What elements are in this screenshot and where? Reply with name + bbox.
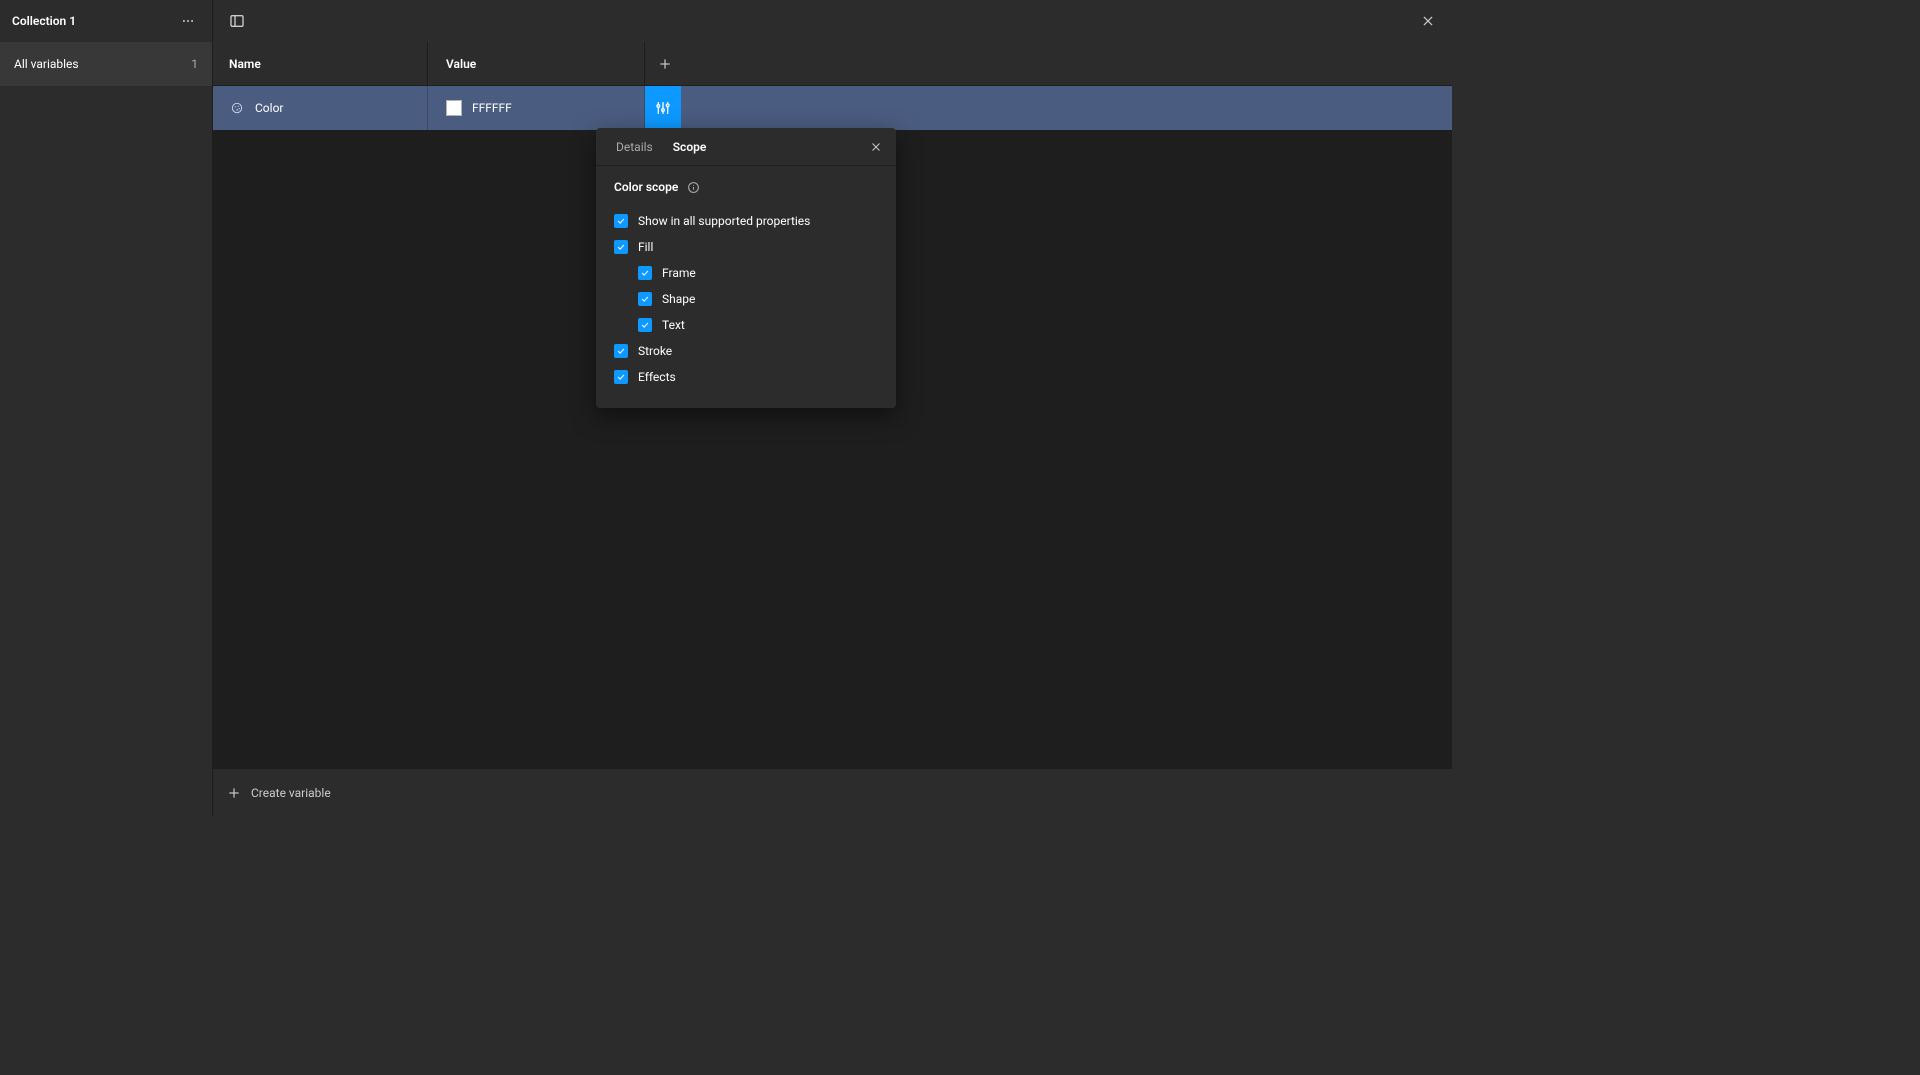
scope-option-text[interactable]: Text: [614, 312, 878, 338]
column-header-name: Name: [213, 42, 428, 85]
info-icon[interactable]: [686, 180, 700, 194]
popover-close-icon[interactable]: [864, 135, 888, 159]
sidebar-item-label: All variables: [14, 57, 79, 71]
scope-title: Color scope: [614, 180, 678, 194]
create-variable-label: Create variable: [251, 786, 331, 800]
scope-option-label: Frame: [662, 266, 696, 280]
variable-value-label: FFFFFF: [472, 101, 512, 115]
variable-row[interactable]: Color FFFFFF: [213, 86, 1452, 130]
variable-settings-button[interactable]: [645, 86, 681, 130]
collection-title[interactable]: Collection 1: [12, 14, 76, 28]
scope-option-effects[interactable]: Effects: [614, 364, 878, 390]
scope-title-row: Color scope: [614, 180, 878, 194]
checkbox-checked-icon[interactable]: [614, 370, 628, 384]
color-swatch: [446, 100, 462, 116]
variable-value-cell[interactable]: FFFFFF: [428, 86, 645, 130]
plus-icon: [227, 786, 241, 800]
sidebar-item-all-variables[interactable]: All variables 1: [0, 42, 212, 86]
scope-option-shape[interactable]: Shape: [614, 286, 878, 312]
checkbox-checked-icon[interactable]: [638, 292, 652, 306]
popover-tabbar: Details Scope: [596, 128, 896, 166]
scope-option-frame[interactable]: Frame: [614, 260, 878, 286]
scope-option-label: Text: [662, 318, 685, 332]
sidebar: Collection 1 All variables 1: [0, 0, 213, 816]
checkbox-checked-icon[interactable]: [638, 318, 652, 332]
column-header-value: Value: [428, 42, 645, 85]
topbar: [213, 0, 1452, 42]
variable-name-cell[interactable]: Color: [213, 86, 428, 130]
scope-option-label: Shape: [662, 292, 695, 306]
scope-option-label: Show in all supported properties: [638, 214, 810, 228]
scope-option-stroke[interactable]: Stroke: [614, 338, 878, 364]
checkbox-checked-icon[interactable]: [614, 344, 628, 358]
checkbox-checked-icon[interactable]: [614, 214, 628, 228]
panel-toggle-icon[interactable]: [223, 7, 251, 35]
add-mode-button[interactable]: [645, 57, 685, 71]
table-header: Name Value: [213, 42, 1452, 86]
scope-option-label: Fill: [638, 240, 653, 254]
checkbox-checked-icon[interactable]: [614, 240, 628, 254]
color-type-icon: [229, 100, 245, 116]
variable-scope-popover: Details Scope Color scope Show in all su…: [596, 128, 896, 408]
main-panel: Name Value Color FFFFFF Details Scope: [213, 0, 1452, 816]
checkbox-checked-icon[interactable]: [638, 266, 652, 280]
scope-option-show-all[interactable]: Show in all supported properties: [614, 208, 878, 234]
create-variable-button[interactable]: Create variable: [213, 768, 1452, 816]
variable-name: Color: [255, 101, 283, 115]
scope-option-label: Stroke: [638, 344, 672, 358]
sidebar-header: Collection 1: [0, 0, 212, 42]
tab-scope[interactable]: Scope: [673, 140, 707, 154]
tab-details[interactable]: Details: [616, 140, 653, 154]
close-icon[interactable]: [1414, 7, 1442, 35]
sidebar-item-count: 1: [191, 57, 198, 71]
scope-option-fill[interactable]: Fill: [614, 234, 878, 260]
scope-option-label: Effects: [638, 370, 676, 384]
more-icon[interactable]: [176, 9, 200, 33]
